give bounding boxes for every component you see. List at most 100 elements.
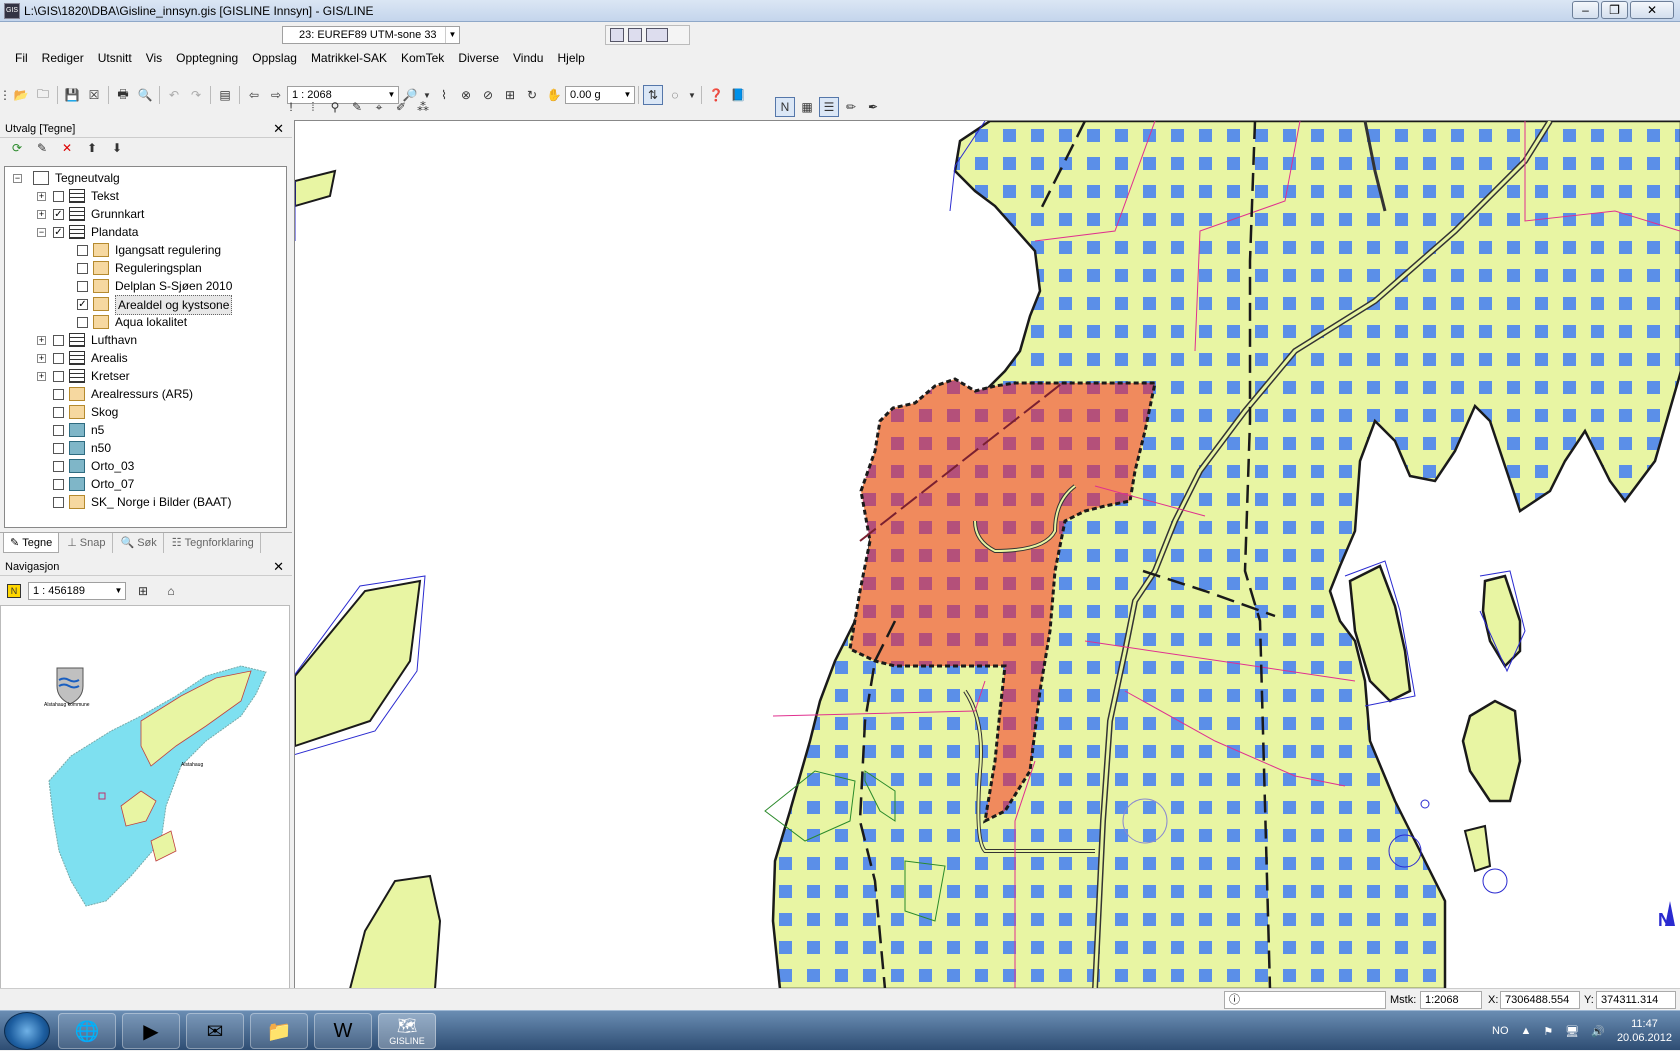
print-preview-icon[interactable]: 🔍 <box>135 85 155 105</box>
layer-checkbox[interactable] <box>53 443 64 454</box>
projection-select[interactable]: 23: EUREF89 UTM-sone 33 ▼ <box>282 26 460 44</box>
deselect-icon[interactable]: ⊘ <box>478 85 498 105</box>
tag-edit-icon[interactable]: ✐ <box>391 97 411 117</box>
delete-icon[interactable]: ✕ <box>57 138 77 158</box>
menu-item[interactable]: Oppslag <box>245 50 304 66</box>
collapse-icon[interactable]: − <box>37 228 46 237</box>
tree-root[interactable]: − Tegneutvalg <box>5 169 286 187</box>
map-canvas[interactable]: N <box>294 120 1680 988</box>
redo-icon[interactable]: ↷ <box>186 85 206 105</box>
layer-item[interactable]: Orto_07 <box>5 475 286 493</box>
undo-icon[interactable]: ↶ <box>164 85 184 105</box>
layer-item[interactable]: Orto_03 <box>5 457 286 475</box>
word-icon[interactable]: W <box>314 1013 372 1049</box>
layers-icon[interactable]: ▤ <box>215 85 235 105</box>
layer-checkbox[interactable] <box>77 281 88 292</box>
layer-checkbox[interactable]: ✓ <box>53 209 64 220</box>
expand-icon[interactable]: + <box>37 336 46 345</box>
monitor-icon[interactable]: 🖥 <box>1565 1025 1579 1038</box>
tray-up-icon[interactable]: ▲ <box>1521 1025 1532 1037</box>
expand-icon[interactable]: + <box>37 210 46 219</box>
highlight-icon[interactable]: ✎ <box>347 97 367 117</box>
eraser-pen-icon[interactable]: ✒ <box>863 97 883 117</box>
select-all-icon[interactable]: ⊗ <box>456 85 476 105</box>
rotate-icon[interactable]: ↻ <box>522 85 542 105</box>
internet-explorer-icon[interactable]: 🌐 <box>58 1013 116 1049</box>
language-indicator[interactable]: NO <box>1492 1025 1509 1037</box>
expand-icon[interactable]: + <box>37 192 46 201</box>
angle-select[interactable]: 0.00 g ▼ <box>565 86 635 104</box>
layer-item[interactable]: − ✓ Plandata <box>5 223 286 241</box>
select-pattern-icon[interactable]: ⌇ <box>434 85 454 105</box>
overview-icon[interactable]: ⌂ <box>161 581 181 601</box>
layer-item[interactable]: Delplan S-Sjøen 2010 <box>5 277 286 295</box>
overview-map[interactable]: Alstahaug kommune Alstahaug <box>0 605 290 990</box>
north-icon[interactable]: N <box>7 584 21 598</box>
chevron-down-icon[interactable]: ▼ <box>112 583 125 599</box>
gisline-taskbar-app[interactable]: 🗺 GISLINE <box>378 1013 436 1049</box>
help-icon[interactable]: ❓ <box>706 85 726 105</box>
flag-icon[interactable]: ⚑ <box>1543 1025 1553 1038</box>
menu-item[interactable]: Rediger <box>35 50 91 66</box>
move-down-icon[interactable]: ⬇ <box>107 138 127 158</box>
ruler-icon[interactable] <box>646 28 668 42</box>
layer-item[interactable]: + Kretser <box>5 367 286 385</box>
tab-snap[interactable]: ⊥ Snap <box>61 533 113 553</box>
open-project-icon[interactable]: 🗀 <box>33 85 53 105</box>
layer-checkbox[interactable] <box>53 389 64 400</box>
measure-icon[interactable]: ⦙ <box>303 97 323 117</box>
file-explorer-icon[interactable]: 📁 <box>250 1013 308 1049</box>
pen-icon[interactable]: ✏ <box>841 97 861 117</box>
layer-item[interactable]: Reguleringsplan <box>5 259 286 277</box>
move-up-icon[interactable]: ⬆ <box>82 138 102 158</box>
layer-item[interactable]: SK_ Norge i Bilder (BAAT) <box>5 493 286 511</box>
close-file-icon[interactable]: ☒ <box>84 85 104 105</box>
close-button[interactable]: ✕ <box>1630 1 1674 19</box>
grid-icon[interactable]: ⊞ <box>133 581 153 601</box>
menu-item[interactable]: Opptegning <box>169 50 245 66</box>
layer-checkbox[interactable] <box>53 353 64 364</box>
legend-grid-icon[interactable]: ▦ <box>797 97 817 117</box>
layer-checkbox[interactable] <box>53 479 64 490</box>
layer-checkbox[interactable]: ✓ <box>77 299 88 310</box>
north-arrow-icon[interactable]: N <box>775 97 795 117</box>
expand-icon[interactable]: + <box>37 372 46 381</box>
tab-sok[interactable]: 🔍 Søk <box>115 533 164 553</box>
extent-icon[interactable]: ⊞ <box>500 85 520 105</box>
book-icon[interactable]: 📘 <box>728 85 748 105</box>
polygon-select-icon[interactable]: ◌ <box>665 85 685 105</box>
tab-tegne[interactable]: ✎ Tegne <box>3 533 60 553</box>
layer-item[interactable]: Arealressurs (AR5) <box>5 385 286 403</box>
list-icon[interactable]: ☰ <box>819 97 839 117</box>
expand-icon[interactable]: + <box>37 354 46 363</box>
polygon-dropdown-icon[interactable]: ▼ <box>687 85 697 105</box>
restore-button[interactable]: ❐ <box>1601 1 1628 19</box>
menu-item[interactable]: Hjelp <box>550 50 591 66</box>
layer-item[interactable]: ✓ Arealdel og kystsone <box>5 295 286 315</box>
collapse-icon[interactable]: − <box>13 174 22 183</box>
volume-icon[interactable]: 🔊 <box>1591 1025 1605 1038</box>
menu-item[interactable]: Fil <box>8 50 35 66</box>
layer-checkbox[interactable]: ✓ <box>53 227 64 238</box>
layer-item[interactable]: Igangsatt regulering <box>5 241 286 259</box>
menu-item[interactable]: Utsnitt <box>91 50 139 66</box>
layer-checkbox[interactable] <box>77 317 88 328</box>
scale-toggle-icon[interactable]: ⇅ <box>643 85 663 105</box>
layer-item[interactable]: Skog <box>5 403 286 421</box>
start-button[interactable] <box>4 1012 50 1050</box>
outlook-icon[interactable]: ✉ <box>186 1013 244 1049</box>
layer-checkbox[interactable] <box>53 461 64 472</box>
cluster-icon[interactable]: ⁂ <box>413 97 433 117</box>
nav-scale-select[interactable]: 1 : 456189 ▼ <box>28 582 126 600</box>
layer-item[interactable]: n50 <box>5 439 286 457</box>
close-icon[interactable]: ✕ <box>273 120 284 138</box>
edit-layer-icon[interactable]: ✎ <box>32 138 52 158</box>
menu-item[interactable]: Vis <box>139 50 169 66</box>
info-table-icon[interactable] <box>628 28 642 42</box>
layer-checkbox[interactable] <box>53 407 64 418</box>
media-player-icon[interactable]: ▶ <box>122 1013 180 1049</box>
layer-checkbox[interactable] <box>53 335 64 346</box>
app-icon[interactable]: GIS <box>4 2 20 19</box>
tab-tegnforklaring[interactable]: ☷ Tegnforklaring <box>166 533 261 553</box>
tag-icon[interactable]: ⌖ <box>369 97 389 117</box>
